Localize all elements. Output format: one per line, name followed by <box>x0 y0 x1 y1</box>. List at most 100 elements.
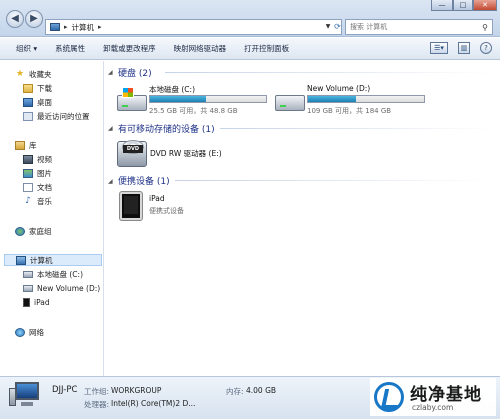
downloads-folder-icon <box>23 83 33 93</box>
memory-label: 内存: <box>226 387 244 396</box>
collapse-group-icon[interactable]: ◢ <box>108 69 113 76</box>
nav-pictures[interactable]: 图片 <box>23 167 52 179</box>
network-icon <box>15 327 25 337</box>
drive-d-tile[interactable]: New Volume (D:) 109 GB 可用，共 184 GB <box>273 83 433 117</box>
forward-arrow-icon: ▶ <box>30 13 38 24</box>
library-icon <box>15 140 25 150</box>
nav-label: 计算机 <box>30 255 53 265</box>
minimize-button[interactable]: — <box>431 0 453 11</box>
ipad-tile[interactable]: iPad 便携式设备 <box>115 189 235 225</box>
search-icon[interactable]: ⚲ <box>478 23 492 32</box>
nav-recent-places[interactable]: 最近访问的位置 <box>23 110 90 122</box>
nav-local-disk-c[interactable]: 本地磁盘 (C:) <box>23 268 83 280</box>
hard-drive-icon <box>23 270 33 278</box>
drive-name: New Volume (D:) <box>307 84 371 93</box>
homegroup-icon <box>15 226 25 236</box>
uninstall-program-button[interactable]: 卸载或更改程序 <box>103 43 156 54</box>
documents-icon <box>23 182 33 192</box>
music-icon: ♪ <box>25 195 31 206</box>
nav-label: 网络 <box>29 327 44 337</box>
maximize-button[interactable]: □ <box>453 0 473 11</box>
back-button[interactable]: ◀ <box>6 10 24 28</box>
pictures-icon <box>23 168 33 178</box>
processor-label: 处理器: <box>84 400 110 409</box>
search-input[interactable] <box>346 23 478 31</box>
nav-desktop[interactable]: 桌面 <box>23 96 52 108</box>
nav-label: New Volume (D:) <box>37 283 101 293</box>
nav-label: 本地磁盘 (C:) <box>37 269 83 279</box>
drive-free-space: 109 GB 可用，共 184 GB <box>307 107 392 115</box>
breadcrumb-chevron-icon[interactable]: ▸ <box>64 23 68 31</box>
nav-computer[interactable]: 计算机 <box>4 254 102 266</box>
collapse-group-icon[interactable]: ◢ <box>108 178 113 185</box>
nav-label: iPad <box>34 297 50 307</box>
nav-label: 图片 <box>37 168 52 178</box>
open-control-panel-button[interactable]: 打开控制面板 <box>244 43 289 54</box>
videos-icon <box>23 154 33 164</box>
watermark: 纯净基地 czlaby.com <box>370 378 496 416</box>
nav-label: 家庭组 <box>29 226 52 236</box>
nav-label: 最近访问的位置 <box>37 111 90 121</box>
address-dropdown-icon[interactable]: ▼ <box>323 20 333 34</box>
group-divider <box>165 72 495 73</box>
map-network-drive-button[interactable]: 映射网络驱动器 <box>174 43 227 54</box>
drive-usage-bar <box>307 95 425 103</box>
nav-label: 桌面 <box>37 97 52 107</box>
desktop-icon <box>23 97 33 107</box>
group-header-portable-devices[interactable]: 便携设备 (1) <box>118 174 170 187</box>
nav-label: 视频 <box>37 154 52 164</box>
dvd-drive-icon: DVD <box>117 140 147 167</box>
ipad-icon <box>23 297 30 307</box>
breadcrumb-computer[interactable]: 计算机 <box>72 22 95 33</box>
help-icon[interactable]: ? <box>480 42 492 54</box>
nav-favorites[interactable]: ★ 收藏夹 <box>15 68 52 80</box>
organize-menu[interactable]: 组织 ▾ <box>16 43 37 54</box>
refresh-icon[interactable]: ⟳ <box>333 20 342 34</box>
close-button[interactable]: ✕ <box>473 0 497 11</box>
dvd-drive-tile[interactable]: DVD DVD RW 驱动器 (E:) <box>115 137 245 169</box>
title-bar: — □ ✕ ◀ ▶ ▸ 计算机 ▸ ▼ ⟳ ⚲ <box>0 0 500 37</box>
memory-value: 4.00 GB <box>246 386 277 395</box>
nav-label: 下载 <box>37 83 52 93</box>
back-arrow-icon: ◀ <box>11 13 19 24</box>
watermark-title: 纯净基地 <box>410 385 482 405</box>
group-header-hard-drives[interactable]: 硬盘 (2) <box>118 66 152 79</box>
watermark-url: czlaby.com <box>412 403 454 412</box>
nav-label: 音乐 <box>37 196 52 206</box>
view-controls: ☰▾ ▥ ? <box>430 42 492 54</box>
nav-homegroup[interactable]: 家庭组 <box>15 225 52 237</box>
nav-ipad[interactable]: iPad <box>23 296 50 308</box>
device-name: iPad <box>149 194 165 203</box>
search-box[interactable]: ⚲ <box>345 19 493 35</box>
nav-music[interactable]: ♪ 音乐 <box>23 195 52 207</box>
change-view-icon[interactable]: ☰▾ <box>430 42 448 54</box>
drive-c-tile[interactable]: 本地磁盘 (C:) 25.5 GB 可用，共 48.8 GB <box>115 83 275 117</box>
computer-icon <box>50 23 60 31</box>
dvd-badge: DVD <box>123 145 143 153</box>
workgroup-value: WORKGROUP <box>111 386 162 395</box>
preview-pane-icon[interactable]: ▥ <box>458 42 470 54</box>
drive-name: DVD RW 驱动器 (E:) <box>150 149 222 158</box>
address-bar[interactable]: ▸ 计算机 ▸ <box>45 19 342 35</box>
hard-drive-icon <box>117 87 147 111</box>
group-divider <box>175 180 495 181</box>
hard-drive-icon <box>275 95 305 111</box>
group-divider <box>220 128 495 129</box>
nav-new-volume-d[interactable]: New Volume (D:) <box>23 282 100 294</box>
breadcrumb-chevron-icon[interactable]: ▸ <box>98 23 102 31</box>
collapse-group-icon[interactable]: ◢ <box>108 125 113 132</box>
group-header-removable-storage[interactable]: 有可移动存储的设备 (1) <box>118 122 215 135</box>
content-pane: ◢ 硬盘 (2) 本地磁盘 (C:) 25.5 GB 可用，共 48.8 GB … <box>105 61 500 376</box>
command-bar: 组织 ▾ 系统属性 卸载或更改程序 映射网络驱动器 打开控制面板 <box>0 38 500 60</box>
nav-documents[interactable]: 文档 <box>23 181 52 193</box>
nav-label: 文档 <box>37 182 52 192</box>
nav-downloads[interactable]: 下载 <box>23 82 52 94</box>
drive-name: 本地磁盘 (C:) <box>149 85 195 94</box>
workgroup-label: 工作组: <box>84 387 110 396</box>
nav-libraries[interactable]: 库 <box>15 139 37 151</box>
nav-videos[interactable]: 视频 <box>23 153 52 165</box>
drive-usage-fill <box>150 96 206 102</box>
nav-network[interactable]: 网络 <box>15 326 44 338</box>
forward-button[interactable]: ▶ <box>25 10 43 28</box>
system-properties-button[interactable]: 系统属性 <box>55 43 85 54</box>
